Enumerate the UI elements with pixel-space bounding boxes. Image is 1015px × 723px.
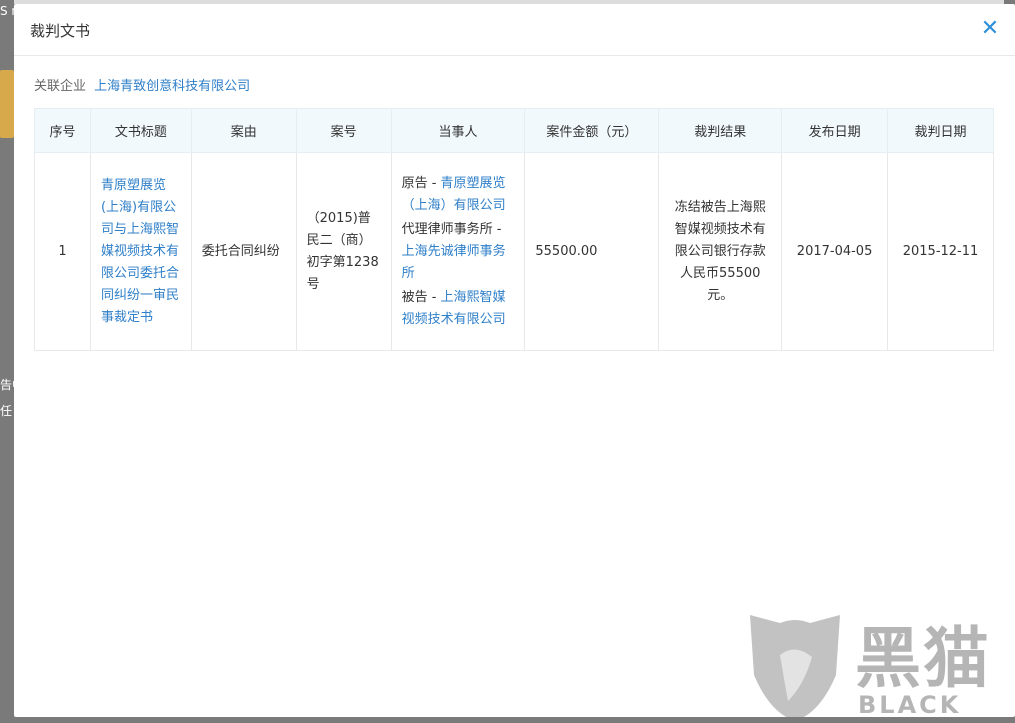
table-header-row: 序号 文书标题 案由 案号 当事人 案件金额（元） 裁判结果 发布日期 裁判日期 [34,108,994,153]
column-header: 文书标题 [89,108,192,153]
watermark-en: BLACK CAT [858,691,962,723]
case-amount: 55500.00 [524,152,660,351]
case-number: （2015)普民二（商）初字第1238号 [295,152,392,351]
column-header: 案号 [295,108,392,153]
column-header: 案由 [190,108,297,153]
case-cause: 委托合同纠纷 [190,152,297,351]
close-icon[interactable]: ✕ [979,18,1001,40]
plaintiff-label: 原告 - [401,175,441,191]
judge-date: 2015-12-11 [887,152,994,351]
agent-link[interactable]: 上海先诚律师事务所 [402,244,506,281]
modal-title: 裁判文书 [30,22,91,40]
background-text: 任 [0,404,13,418]
background-logo [0,70,14,138]
agent-label: 代理律师事务所 - [401,221,502,237]
related-company-link[interactable]: 上海青致创意科技有限公司 [94,79,250,94]
column-header: 裁判结果 [658,108,783,153]
defendant-label: 被告 - [401,289,441,305]
table-row: 1 青原塑展览(上海)有限公司与上海熙智媒视频技术有限公司委托合同纠纷一审民事裁… [34,152,994,351]
judgment-documents-modal: 裁判文书 ✕ 关联企业 上海青致创意科技有限公司 序号 文书标题 案由 案号 当… [14,4,1015,723]
column-header: 序号 [34,108,91,153]
black-cat-watermark: 黑猫 BLACK CAT [740,605,1015,723]
agent-row: 代理律师事务所 - 上海先诚律师事务所 [402,219,515,285]
column-header: 裁判日期 [887,108,994,153]
column-header: 发布日期 [781,108,889,153]
watermark-cn: 黑猫 [855,620,991,697]
document-title-link[interactable]: 青原塑展览(上海)有限公司与上海熙智媒视频技术有限公司委托合同纠纷一审民事裁定书 [101,178,179,325]
cat-shield-icon [750,615,840,721]
document-title-cell: 青原塑展览(上海)有限公司与上海熙智媒视频技术有限公司委托合同纠纷一审民事裁定书 [89,152,192,351]
plaintiff-row: 原告 - 青原塑展览（上海）有限公司 [402,173,515,217]
column-header: 案件金额（元） [524,108,660,153]
column-header: 当事人 [390,108,526,153]
row-index: 1 [34,152,91,351]
judgment-result: 冻结被告上海熙智媒视频技术有限公司银行存款人民币55500元。 [658,152,783,351]
publish-date: 2017-04-05 [781,152,889,351]
judgment-documents-table: 序号 文书标题 案由 案号 当事人 案件金额（元） 裁判结果 发布日期 裁判日期… [34,108,994,351]
parties-cell: 原告 - 青原塑展览（上海）有限公司 代理律师事务所 - 上海先诚律师事务所 被… [390,152,526,351]
related-company: 关联企业 上海青致创意科技有限公司 [34,75,250,94]
defendant-row: 被告 - 上海熙智媒视频技术有限公司 [402,287,515,331]
modal-header: 裁判文书 ✕ [14,4,1015,56]
related-company-label: 关联企业 [34,79,87,94]
